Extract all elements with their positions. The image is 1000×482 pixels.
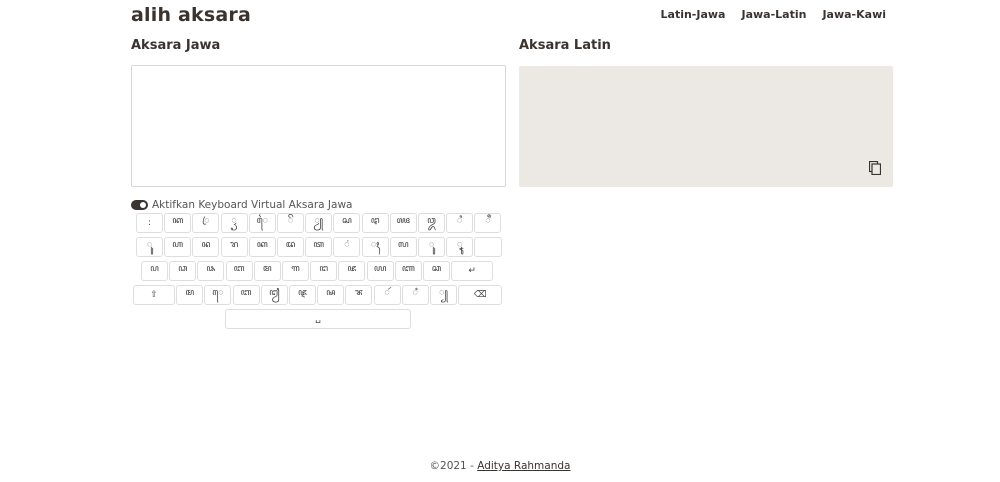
virtual-keyboard-switch[interactable] (131, 200, 148, 210)
keyboard-key[interactable]: ꦙ (260, 285, 288, 305)
keyboard-row-2: ꦸ ꦲ ꦤ ꦫ ꦏ ꦢ ꦠꦁꦃ ꦭꦸꦹ (131, 237, 506, 259)
keyboard-key[interactable]: ꦠ (305, 237, 333, 257)
keyboard-key[interactable]: ꦸ (136, 237, 163, 257)
main-nav: Latin-Jawa Jawa-Latin Jawa-Kawi (661, 8, 886, 21)
app-logo[interactable]: alih aksara (131, 4, 251, 26)
keyboard-key[interactable]: ↵ (451, 261, 494, 281)
keyboard-key[interactable]: ꦼ (277, 213, 304, 233)
nav-jawa-latin[interactable]: Jawa-Latin (741, 8, 806, 21)
keyboard-row-4: ⇧ ꦩꦺ ꦧ ꦙ ꦘ ꦰ ꦨꦂꦀ꧀ ⌫ (131, 285, 506, 307)
footer: ©2021 - Aditya Rahmanda (0, 460, 1000, 472)
aksara-jawa-input[interactable] (131, 65, 506, 187)
virtual-keyboard: : ꦏꦿꦽꦻꦼꦾ ꦱ ꦛ ꦖ ꦎꦶꦷ ꦸ ꦲ ꦤ ꦫ ꦏ ꦢ ꦠꦁꦃ ꦭꦸꦹ ꦥ ꦣ ꦦ ꦧ ꦩ ꦒ ꦔ ꦗ ꦪ ꦚ ꦕ ↵ … (131, 213, 506, 333)
keyboard-key[interactable]: ꦣ (169, 261, 197, 281)
keyboard-key[interactable]: ꦢ (277, 237, 304, 257)
virtual-keyboard-toggle-row: Aktifkan Keyboard Virtual Aksara Jawa (131, 199, 352, 211)
keyboard-key[interactable]: ꦁ (333, 237, 361, 257)
copy-icon[interactable] (869, 161, 881, 175)
keyboard-key[interactable]: ꦱ (333, 213, 361, 233)
keyboard-key[interactable]: ꦎ (418, 213, 445, 233)
keyboard-key[interactable]: ꦷ (474, 213, 502, 233)
keyboard-key[interactable]: ꦸ (418, 237, 445, 257)
keyboard-key[interactable]: ꦰ (317, 285, 345, 305)
keyboard-key[interactable]: ꦩ (176, 285, 204, 305)
keyboard-key[interactable]: ꦗ (338, 261, 366, 281)
input-panel-title: Aksara Jawa (131, 38, 221, 53)
keyboard-key[interactable]: ꦕ (423, 261, 450, 281)
nav-latin-jawa[interactable]: Latin-Jawa (661, 8, 726, 21)
keyboard-key[interactable]: ꦶ (446, 213, 474, 233)
keyboard-key[interactable]: ⇧ (133, 285, 175, 305)
copyright-text: ©2021 - (429, 460, 478, 472)
aksara-latin-output (519, 66, 893, 187)
keyboard-key[interactable]: ꦦ (197, 261, 225, 281)
keyboard-key[interactable]: ꦚ (394, 261, 422, 281)
keyboard-key[interactable]: ꦀ (401, 285, 429, 305)
keyboard-row-5: ␣ (131, 309, 506, 331)
keyboard-key[interactable]: ꦖ (389, 213, 417, 233)
keyboard-key[interactable]: ꦩ (253, 261, 281, 281)
output-panel-title: Aksara Latin (519, 38, 611, 53)
keyboard-key[interactable]: ꦥ (141, 261, 168, 281)
keyboard-key[interactable]: ꦭ (389, 237, 417, 257)
keyboard-key[interactable]: ␣ (225, 309, 411, 329)
keyboard-key[interactable]: ꦨ (345, 285, 373, 305)
keyboard-key[interactable]: ꦃ (361, 237, 389, 257)
keyboard-key[interactable] (474, 237, 503, 257)
keyboard-key[interactable]: : (136, 213, 163, 233)
keyboard-key[interactable]: ꦪ (366, 261, 394, 281)
keyboard-key[interactable]: ꦺ (204, 285, 232, 305)
nav-jawa-kawi[interactable]: Jawa-Kawi (822, 8, 886, 21)
keyboard-key[interactable]: ꦛ (361, 213, 389, 233)
keyboard-key[interactable]: ꦏ (248, 237, 276, 257)
virtual-keyboard-label: Aktifkan Keyboard Virtual Aksara Jawa (152, 199, 353, 211)
keyboard-key[interactable]: ꦂ (373, 285, 401, 305)
keyboard-key[interactable]: ꦧ (232, 285, 260, 305)
keyboard-key[interactable]: ꦔ (310, 261, 338, 281)
keyboard-row-1: : ꦏꦿꦽꦻꦼꦾ ꦱ ꦛ ꦖ ꦎꦶꦷ (131, 213, 506, 235)
keyboard-key[interactable]: ꧀ (430, 285, 457, 305)
keyboard-key[interactable]: ꦘ (289, 285, 316, 305)
keyboard-key[interactable]: ꦽ (220, 213, 248, 233)
keyboard-key[interactable]: ꦻ (248, 213, 276, 233)
keyboard-key[interactable]: ꦹ (446, 237, 474, 257)
author-link[interactable]: Aditya Rahmanda (477, 460, 570, 472)
keyboard-key[interactable]: ꦧ (225, 261, 253, 281)
keyboard-key[interactable]: ꦏ (164, 213, 192, 233)
keyboard-key[interactable]: ꦒ (282, 261, 309, 281)
keyboard-key[interactable]: ⌫ (458, 285, 503, 305)
keyboard-key[interactable]: ꦾ (305, 213, 333, 233)
keyboard-key[interactable]: ꦫ (220, 237, 248, 257)
keyboard-row-3: ꦥ ꦣ ꦦ ꦧ ꦩ ꦒ ꦔ ꦗ ꦪ ꦚ ꦕ ↵ (131, 261, 506, 283)
keyboard-key[interactable]: ꦤ (192, 237, 220, 257)
keyboard-key[interactable]: ꦿ (192, 213, 220, 233)
keyboard-key[interactable]: ꦲ (164, 237, 192, 257)
